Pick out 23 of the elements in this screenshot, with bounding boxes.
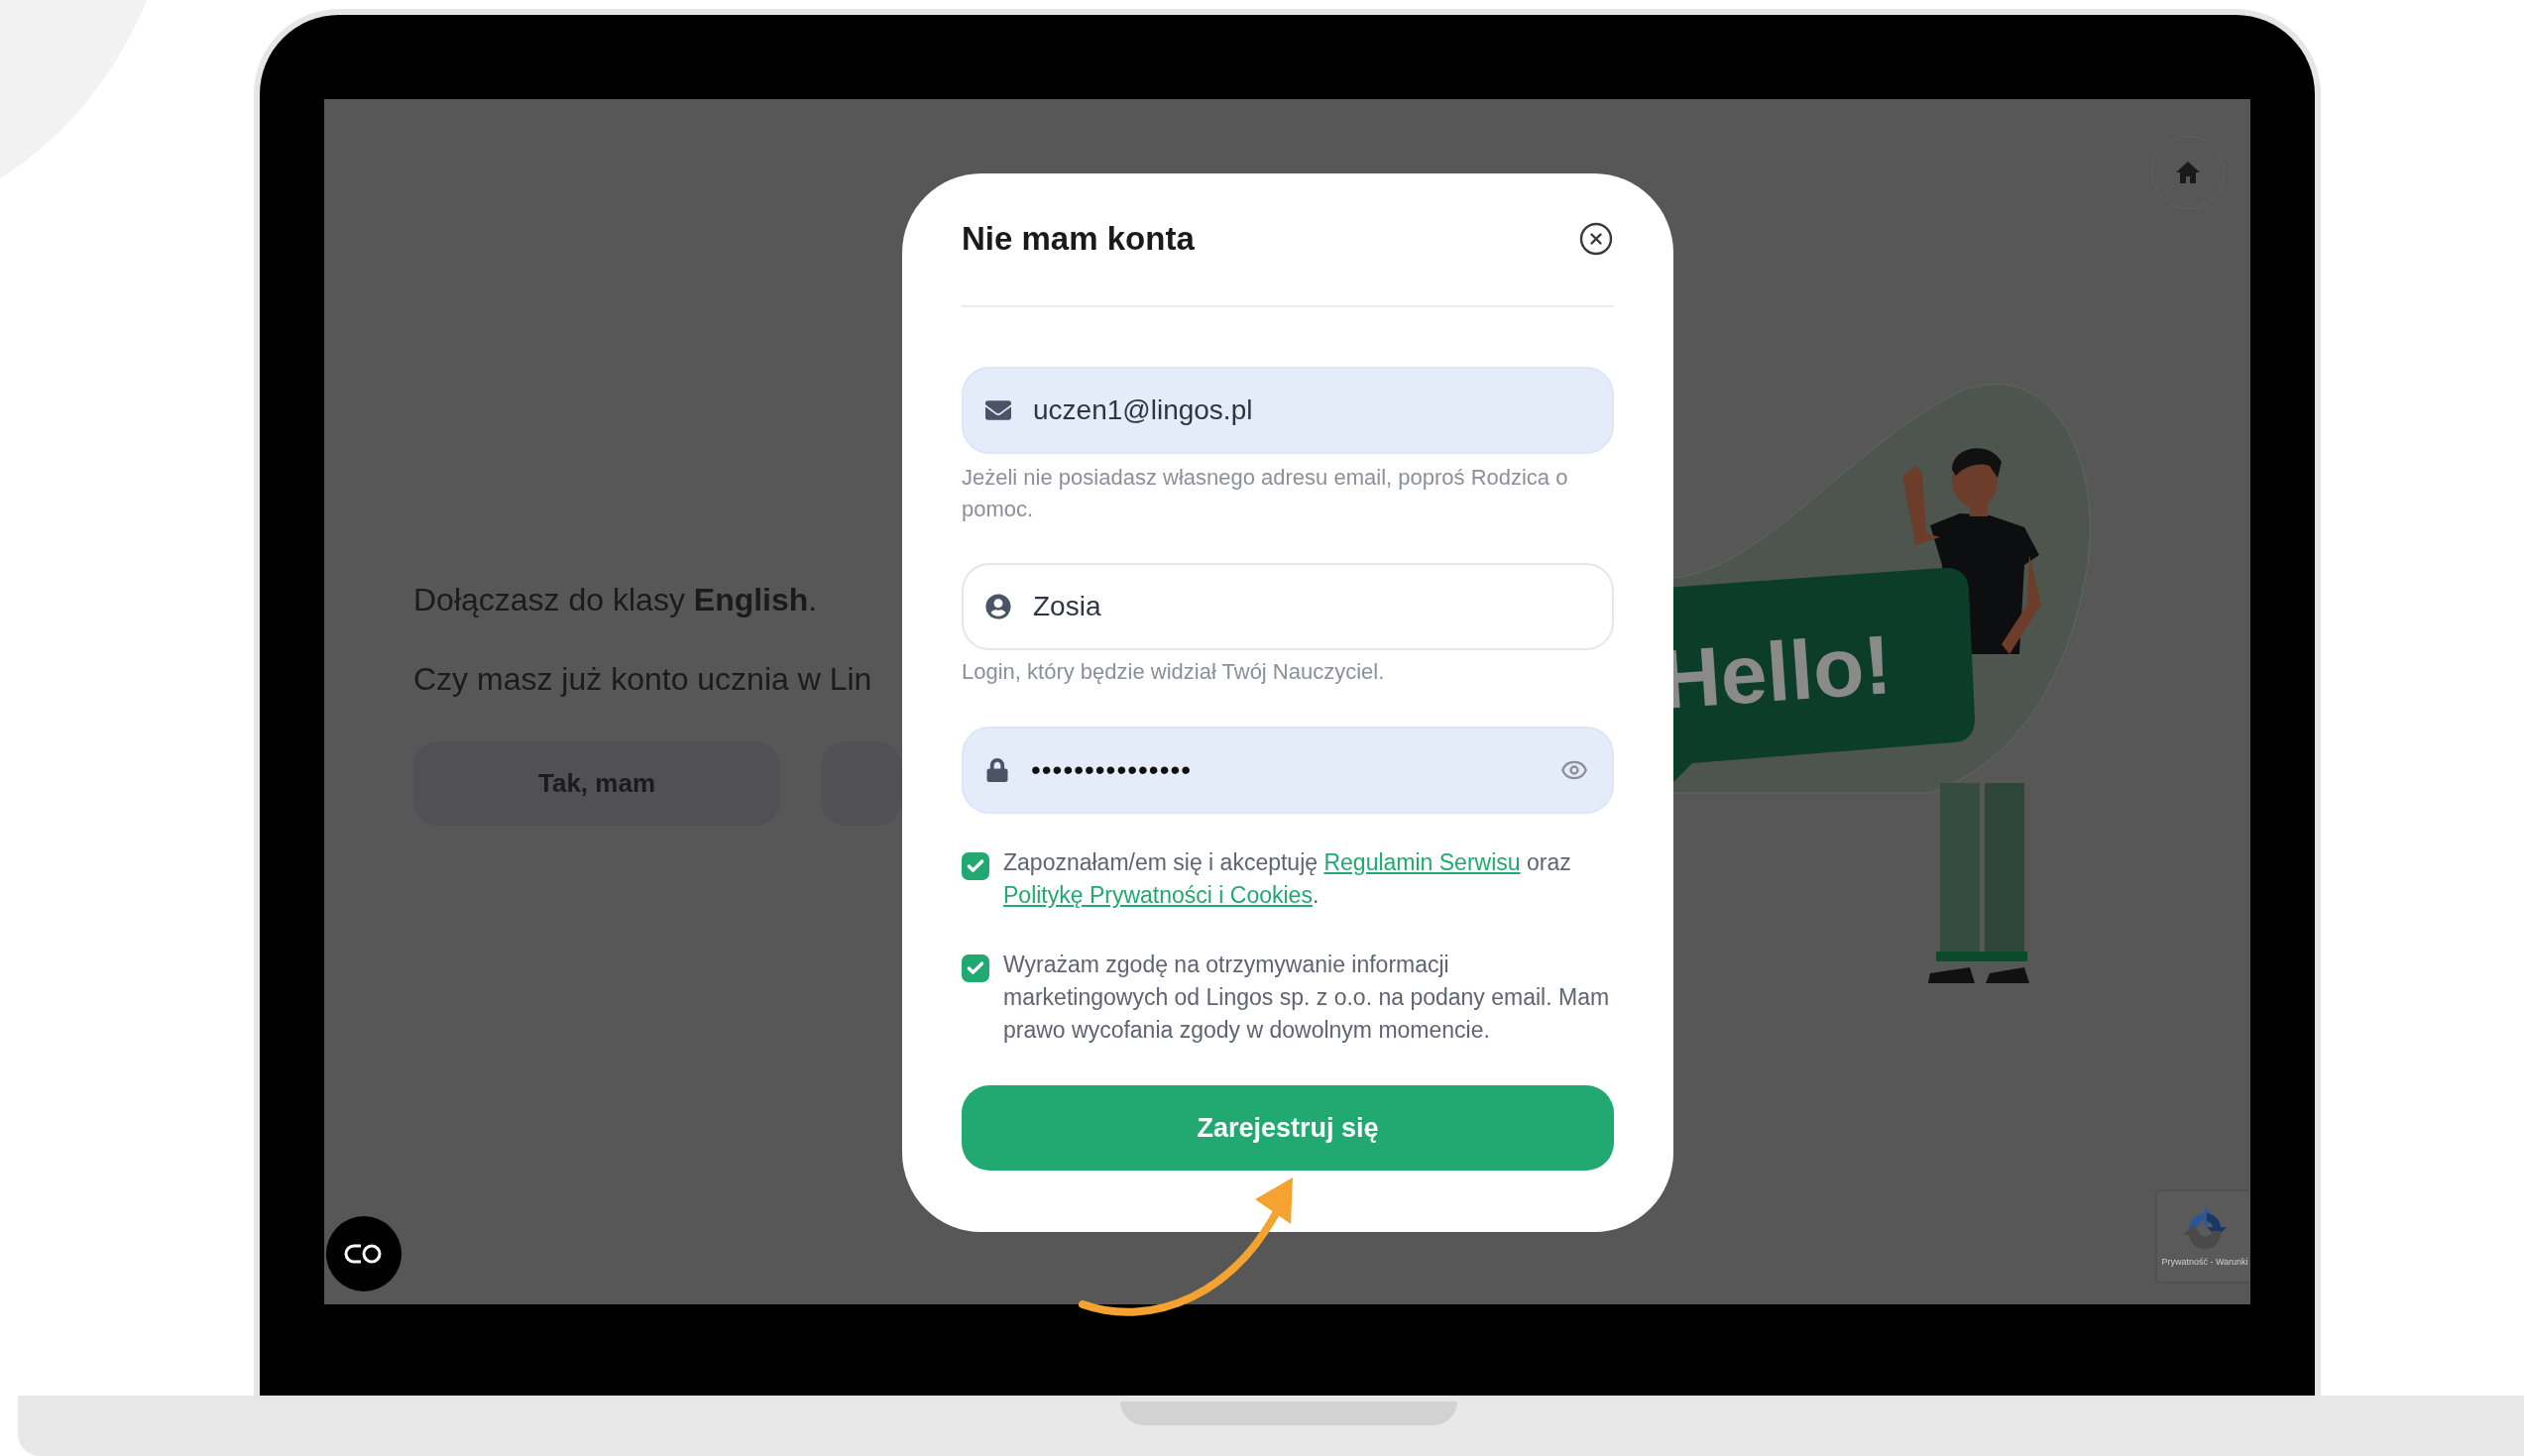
consent-text: Zapoznałam/em się i akceptuję Regulamin Serwisu oraz Politykę Prywatności i Cookies. bbox=[1003, 848, 1572, 910]
password-field[interactable]: ••••••••••••••• bbox=[962, 727, 1614, 814]
consent-text: Wyrażam zgodę na otrzymywanie informacji marketingowych od Lingos sp. z o.o. na podany email. Mam prawo wycofania zgody w dowolnym momencie. bbox=[1003, 951, 1611, 1045]
home-icon bbox=[2175, 161, 2201, 184]
envelope-icon bbox=[985, 397, 1011, 423]
register-button[interactable]: Zarejestruj się bbox=[962, 1085, 1614, 1171]
loop-icon bbox=[344, 1243, 384, 1265]
email-field[interactable]: uczen1@lingos.pl bbox=[962, 367, 1614, 454]
dialog-title: Nie mam konta bbox=[962, 220, 1195, 258]
field-hint: Jeżeli nie posiadasz własnego adresu email, poproś Rodzica o pomoc. bbox=[962, 464, 1569, 523]
intro-text: Dołączasz do klasy English. bbox=[413, 581, 818, 619]
terms-link[interactable]: Politykę Prywatności i Cookies bbox=[1003, 882, 1313, 908]
consent-checkbox[interactable] bbox=[962, 954, 989, 982]
consent-checkbox[interactable] bbox=[962, 852, 989, 880]
question-text: Czy masz już konto ucznia w Lin bbox=[413, 660, 872, 699]
recaptcha-caption: Prywatność - Warunki bbox=[2161, 1256, 2248, 1267]
user-icon bbox=[985, 594, 1011, 619]
field-hint: Login, który będzie widział Twój Nauczyciel. bbox=[962, 658, 1386, 686]
login-field[interactable]: Zosia bbox=[962, 563, 1614, 650]
close-button[interactable] bbox=[1578, 221, 1614, 257]
recaptcha-badge[interactable]: Prywatność - Warunki bbox=[2155, 1189, 2250, 1284]
terms-link[interactable]: Regulamin Serwisu bbox=[1323, 849, 1521, 875]
lock-icon bbox=[985, 758, 1009, 782]
